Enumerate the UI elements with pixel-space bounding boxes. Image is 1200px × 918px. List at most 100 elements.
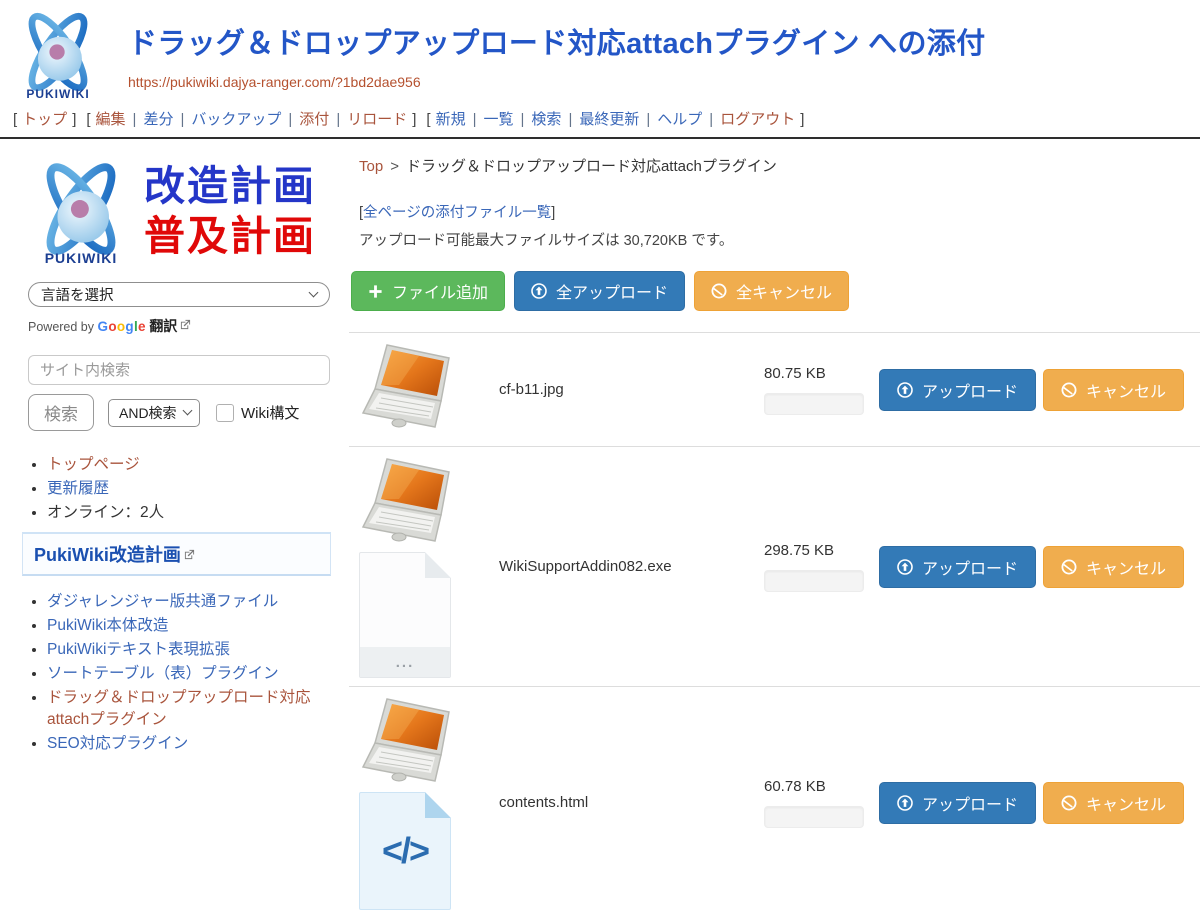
header: PUKIWIKI ドラッグ＆ドロップアップロード対応attachプラグイン への…	[0, 0, 1200, 101]
pukiwiki-atom-icon	[25, 157, 137, 261]
row-actions: アップロード キャンセル	[879, 369, 1200, 411]
bracket: ]	[551, 205, 555, 221]
generic-file-icon: ...	[359, 552, 451, 678]
nav-separator: |	[336, 111, 340, 128]
page-url: https://pukiwiki.dajya-ranger.com/?1bd2d…	[128, 74, 985, 90]
row-actions: アップロード キャンセル	[879, 782, 1200, 824]
folded-corner	[425, 792, 451, 818]
search-controls: 検索 AND検索 Wiki構文	[28, 394, 331, 431]
nav-link-2-5[interactable]: ログアウト	[720, 111, 795, 128]
list-item: トップページ	[47, 452, 331, 474]
fukyu-keikaku-text: 普及計画	[144, 212, 316, 261]
html-file-icon: </>	[359, 792, 451, 910]
ban-icon	[1061, 382, 1077, 398]
google-letter: o	[108, 319, 117, 334]
sidebar-plugin-link-3[interactable]: ソートテーブル（表）プラグイン	[47, 665, 279, 682]
folded-corner	[425, 552, 451, 578]
site-search-input[interactable]	[28, 355, 330, 385]
sidebar-heading-box: PukiWiki改造計画	[22, 532, 331, 576]
file-dots: ...	[360, 647, 450, 677]
file-size: 80.75 KB	[764, 365, 879, 382]
plus-icon	[368, 284, 383, 299]
add-files-label: ファイル追加	[392, 279, 488, 303]
file-row: ... </> WikiSupportAddin082.exe 298.75 K…	[349, 446, 1200, 686]
sidebar: PUKIWIKI 改造計画 普及計画 言語を選択 Powered by Goog…	[0, 139, 345, 761]
list-item: ソートテーブル（表）プラグイン	[47, 661, 331, 683]
nav-link-2-0[interactable]: 新規	[436, 111, 466, 128]
nav-link-1-2[interactable]: バックアップ	[191, 111, 281, 128]
file-meta: 60.78 KB	[764, 778, 879, 828]
file-size: 60.78 KB	[764, 778, 879, 795]
site-logo[interactable]: PUKIWIKI	[8, 8, 108, 101]
upload-label: アップロード	[922, 378, 1018, 402]
nav-separator: |	[133, 111, 137, 128]
nav-link-1-1[interactable]: 差分	[143, 111, 173, 128]
breadcrumb-top-link[interactable]: Top	[359, 158, 383, 175]
sidebar-plugin-link-0[interactable]: ダジャレンジャー版共通ファイル	[47, 593, 278, 610]
sidebar-heading-link[interactable]: PukiWiki改造計画	[34, 545, 181, 565]
kaizo-keikaku-text: 改造計画	[144, 162, 316, 211]
breadcrumb-current: ドラッグ＆ドロップアップロード対応attachプラグイン	[406, 158, 777, 175]
nav-link-2-3[interactable]: 最終更新	[579, 111, 639, 128]
sidebar-plugin-link-1[interactable]: PukiWiki本体改造	[47, 617, 168, 634]
breadcrumb: Top>ドラッグ＆ドロップアップロード対応attachプラグイン	[359, 155, 1200, 176]
search-mode-select[interactable]: AND検索	[108, 399, 200, 427]
nav-separator: |	[521, 111, 525, 128]
sidebar-list-plugins: ダジャレンジャー版共通ファイル PukiWiki本体改造 PukiWikiテキスト表…	[28, 589, 331, 753]
sidebar-logo[interactable]: PUKIWIKI 改造計画 普及計画	[22, 157, 331, 266]
search-button[interactable]: 検索	[28, 394, 94, 431]
upload-button[interactable]: アップロード	[879, 546, 1036, 588]
nav-bracket: ]	[800, 111, 804, 128]
nav-link-2-2[interactable]: 検索	[531, 111, 561, 128]
list-item: PukiWiki本体改造	[47, 613, 331, 635]
nav-link-1-3[interactable]: 添付	[299, 111, 329, 128]
list-item: PukiWikiテキスト表現拡張	[47, 637, 331, 659]
language-select[interactable]: 言語を選択	[28, 282, 330, 307]
cancel-all-label: 全キャンセル	[736, 279, 832, 303]
sidebar-top-link-0[interactable]: トップページ	[47, 456, 140, 473]
list-item: 更新履歴	[47, 476, 331, 498]
wiki-syntax-checkbox[interactable]	[216, 404, 234, 422]
upload-button[interactable]: アップロード	[879, 369, 1036, 411]
nav-link-2-1[interactable]: 一覧	[484, 111, 514, 128]
nav-link-2-4[interactable]: ヘルプ	[657, 111, 702, 128]
nav-link-1-0[interactable]: 編集	[96, 111, 126, 128]
cancel-button[interactable]: キャンセル	[1043, 782, 1184, 824]
cancel-button[interactable]: キャンセル	[1043, 546, 1184, 588]
sidebar-top-link-1[interactable]: 更新履歴	[47, 480, 109, 497]
page-title: ドラッグ＆ドロップアップロード対応attachプラグイン への添付	[128, 20, 985, 62]
nav-link-1-4[interactable]: リロード	[347, 111, 407, 128]
nav-link-0-0[interactable]: トップ	[22, 111, 67, 128]
file-row: ... </> cf-b11.jpg 80.75 KB アップロード キャンセル	[349, 332, 1200, 446]
ban-icon	[1061, 559, 1077, 575]
list-item: オンライン：2人	[47, 500, 331, 522]
ban-icon	[711, 283, 727, 299]
all-pages-attach-link[interactable]: 全ページの添付ファイル一覧	[363, 205, 551, 221]
cancel-button[interactable]: キャンセル	[1043, 369, 1184, 411]
file-name: contents.html	[499, 794, 764, 811]
file-size: 298.75 KB	[764, 542, 879, 559]
cancel-all-button[interactable]: 全キャンセル	[694, 271, 849, 311]
sidebar-plugin-link-5[interactable]: SEO対応プラグイン	[47, 735, 188, 752]
chevron-down-icon	[183, 405, 193, 415]
ban-icon	[1061, 795, 1077, 811]
list-item: ダジャレンジャー版共通ファイル	[47, 589, 331, 611]
language-select-value: 言語を選択	[41, 284, 114, 305]
nav-separator: |	[180, 111, 184, 128]
translate-link[interactable]: 翻訳	[149, 318, 177, 334]
chevron-down-icon	[309, 287, 319, 297]
file-meta: 80.75 KB	[764, 365, 879, 415]
upload-all-button[interactable]: 全アップロード	[514, 271, 685, 311]
main-content: Top>ドラッグ＆ドロップアップロード対応attachプラグイン [全ページの添…	[345, 139, 1200, 918]
sidebar-plugin-link-2[interactable]: PukiWikiテキスト表現拡張	[47, 641, 230, 658]
google-letter: g	[125, 319, 134, 334]
laptop-thumbnail	[359, 341, 454, 433]
upload-label: アップロード	[922, 555, 1018, 579]
sidebar-plugin-link-4[interactable]: ドラッグ＆ドロップアップロード対応attachプラグイン	[47, 689, 311, 728]
upload-button[interactable]: アップロード	[879, 782, 1036, 824]
laptop-thumbnail	[359, 695, 454, 787]
progress-bar	[764, 393, 864, 415]
list-item: ドラッグ＆ドロップアップロード対応attachプラグイン	[47, 685, 331, 729]
add-files-button[interactable]: ファイル追加	[351, 271, 505, 311]
nav-separator: |	[709, 111, 713, 128]
